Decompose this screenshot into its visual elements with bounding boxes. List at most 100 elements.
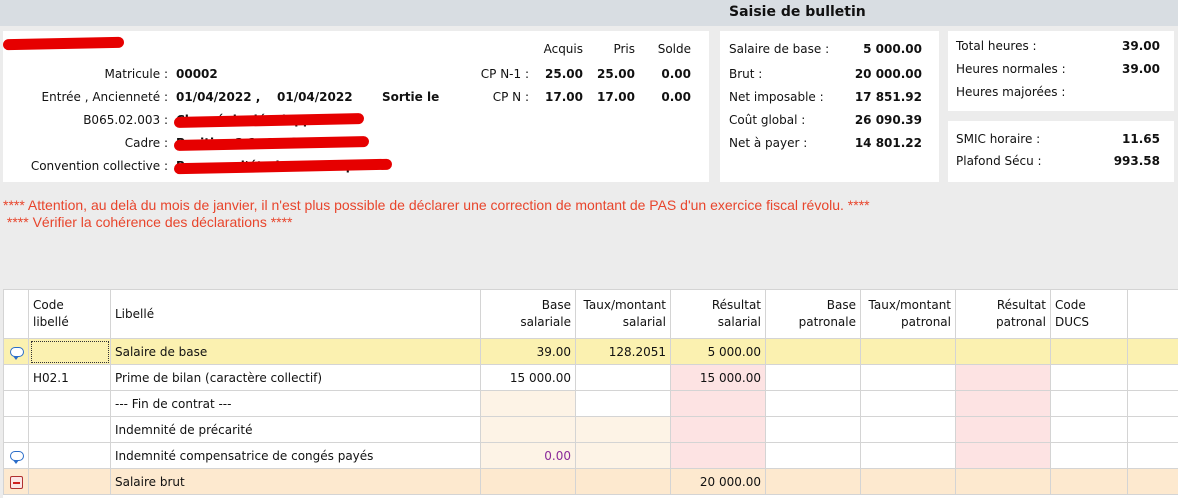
cell-extra[interactable] [1127,364,1178,391]
cell-resultat-salarial[interactable]: 20 000.00 [670,468,766,495]
cell-extra[interactable] [1127,338,1178,365]
cell-code-ducs[interactable] [1050,364,1128,391]
cell-code[interactable] [28,416,111,443]
cell-resultat-patronal[interactable] [955,442,1051,469]
cell-taux-salarial[interactable] [575,416,671,443]
cell-taux-patronal[interactable] [860,468,956,495]
header-taux-salarial[interactable]: Taux/montant salarial [575,289,671,339]
cell-base-patronale[interactable] [765,390,861,417]
table-row[interactable]: H02.1 Prime de bilan (caractère collecti… [3,364,1178,391]
table-row[interactable]: Indemnité de précarité [3,416,1178,443]
cell-base-patronale[interactable] [765,364,861,391]
cell-base-salariale[interactable] [480,416,576,443]
header-resultat-salarial[interactable]: Résultat salarial [670,289,766,339]
warning-pas-correction: **** Attention, au delà du mois de janvi… [3,197,870,213]
header-base-patronale[interactable]: Base patronale [765,289,861,339]
cell-base-salariale[interactable]: 15 000.00 [480,364,576,391]
cell-code-ducs[interactable] [1050,390,1128,417]
cell-resultat-patronal[interactable] [955,364,1051,391]
cell-libelle[interactable]: Indemnité de précarité [110,416,481,443]
cell-libelle[interactable]: --- Fin de contrat --- [110,390,481,417]
row-icon-cell[interactable] [3,416,29,443]
cell-taux-salarial[interactable]: 128.2051 [575,338,671,365]
cell-taux-patronal[interactable] [860,338,956,365]
cell-resultat-patronal[interactable] [955,468,1051,495]
cell-resultat-patronal[interactable] [955,390,1051,417]
table-row[interactable]: Salaire brut 20 000.00 [3,468,1178,495]
row-icon-cell[interactable] [3,468,29,495]
cell-taux-patronal[interactable] [860,416,956,443]
cell-code-ducs[interactable] [1050,338,1128,365]
cell-base-patronale[interactable] [765,416,861,443]
header-extra-col[interactable]: C [1127,289,1178,339]
cell-base-patronale[interactable] [765,442,861,469]
cell-base-salariale[interactable]: 0.00 [480,442,576,469]
cell-code[interactable] [28,442,111,469]
cell-code-ducs[interactable] [1050,416,1128,443]
title-bar: Saisie de bulletin [0,0,1178,26]
cell-taux-patronal[interactable] [860,364,956,391]
cp-n-pris: 17.00 [597,90,635,104]
net-imposable-label: Net imposable : [729,90,824,104]
cell-taux-patronal[interactable] [860,442,956,469]
cell-extra[interactable] [1127,442,1178,469]
cell-base-salariale[interactable] [480,390,576,417]
comment-bubble-icon[interactable] [10,451,24,464]
cell-taux-salarial[interactable] [575,468,671,495]
cell-extra[interactable] [1127,468,1178,495]
header-libelle[interactable]: Libellé [110,289,481,339]
cell-base-salariale[interactable] [480,468,576,495]
redacted-employee-name [2,36,125,51]
cout-global-value: 26 090.39 [854,113,922,127]
cell-resultat-salarial[interactable]: 15 000.00 [670,364,766,391]
plafond-secu-label: Plafond Sécu : [956,154,1042,168]
brut-value: 20 000.00 [854,67,922,81]
cell-resultat-salarial[interactable] [670,416,766,443]
table-row[interactable]: --- Fin de contrat --- [3,390,1178,417]
header-code-libelle[interactable]: Code libellé [28,289,111,339]
comment-bubble-icon[interactable] [10,347,24,360]
cell-resultat-patronal[interactable] [955,338,1051,365]
cell-taux-salarial[interactable] [575,364,671,391]
cell-resultat-salarial[interactable] [670,442,766,469]
table-row[interactable]: Salaire de base 39.00 128.2051 5 000.00 [3,338,1178,365]
cell-base-patronale[interactable] [765,338,861,365]
row-icon-cell[interactable] [3,364,29,391]
cell-code[interactable] [28,338,111,365]
cell-libelle[interactable]: Salaire de base [110,338,481,365]
header-resultat-patronal[interactable]: Résultat patronal [955,289,1051,339]
cell-extra[interactable] [1127,390,1178,417]
cp-n1-pris: 25.00 [597,67,635,81]
cell-resultat-salarial[interactable]: 5 000.00 [670,338,766,365]
cell-taux-salarial[interactable] [575,442,671,469]
cell-libelle[interactable]: Salaire brut [110,468,481,495]
cell-taux-patronal[interactable] [860,390,956,417]
cell-code-ducs[interactable] [1050,442,1128,469]
collapse-minus-icon[interactable] [10,476,23,489]
cell-taux-salarial[interactable] [575,390,671,417]
row-icon-cell[interactable] [3,390,29,417]
cell-code[interactable]: H02.1 [28,364,111,391]
header-icon-col[interactable] [3,289,29,339]
table-row[interactable]: Indemnité compensatrice de congés payés … [3,442,1178,469]
cell-code[interactable] [28,390,111,417]
header-taux-patronal[interactable]: Taux/montant patronal [860,289,956,339]
cell-resultat-salarial[interactable] [670,390,766,417]
cell-resultat-patronal[interactable] [955,416,1051,443]
net-a-payer-label: Net à payer : [729,136,808,150]
row-icon-cell[interactable] [3,338,29,365]
row-icon-cell[interactable] [3,442,29,469]
b065-label: B065.02.003 : [83,113,168,127]
anciennete-value: 01/04/2022 [277,90,353,104]
cell-base-salariale[interactable]: 39.00 [480,338,576,365]
cell-base-patronale[interactable] [765,468,861,495]
cell-code-ducs[interactable] [1050,468,1128,495]
cell-code[interactable] [28,468,111,495]
cell-libelle[interactable]: Indemnité compensatrice de congés payés [110,442,481,469]
cp-header-pris: Pris [613,42,635,56]
plafond-secu-value: 993.58 [1113,154,1160,168]
cell-libelle[interactable]: Prime de bilan (caractère collectif) [110,364,481,391]
cell-extra[interactable] [1127,416,1178,443]
header-base-salariale[interactable]: Base salariale [480,289,576,339]
header-code-ducs[interactable]: Code DUCS [1050,289,1128,339]
